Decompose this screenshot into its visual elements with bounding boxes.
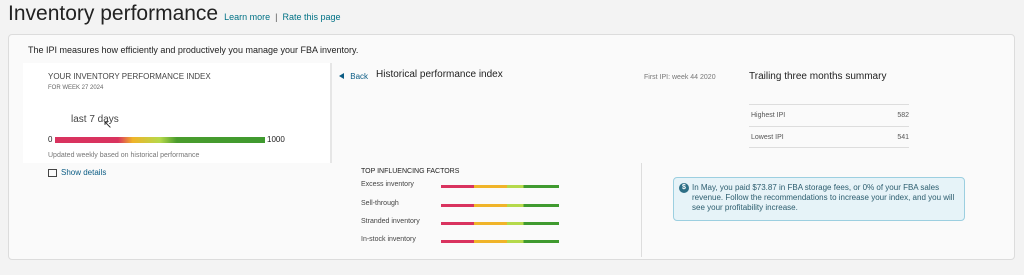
trailing-row-value: 582 [897,112,909,119]
rate-page-link[interactable]: Rate this page [282,12,340,22]
notice-text: In May, you paid $73.87 in FBA storage f… [692,183,955,212]
trailing-row-label: Highest IPI [751,112,786,119]
ipi-scale-min: 0 [48,135,53,144]
ipi-scale-max: 1000 [267,135,285,144]
trailing-row-value: 541 [897,134,909,141]
first-ipi-label: First IPI: week 44 2020 [644,74,716,81]
factor-stranded-inventory: Stranded inventory [361,218,561,230]
factor-excess-inventory: Excess inventory [361,181,561,193]
historical-title: Historical performance index [376,69,503,80]
dollar-icon: $ [679,183,689,193]
factor-bar [441,185,559,188]
ipi-card: The IPI measures how efficiently and pro… [8,34,1015,260]
page-header: Inventory performance Learn more | Rate … [8,2,341,32]
ipi-scale-bar [55,137,265,143]
learn-more-link[interactable]: Learn more [224,12,270,22]
header-separator: | [275,12,278,22]
factor-label: Stranded inventory [361,218,420,225]
factor-in-stock-inventory: In-stock inventory [361,236,561,248]
ipi-panel-title: YOUR INVENTORY PERFORMANCE INDEX [48,72,211,81]
factors-title: TOP INFLUENCING FACTORS [361,168,460,175]
show-details-label: Show details [61,168,107,177]
ipi-score-panel: YOUR INVENTORY PERFORMANCE INDEX FOR WEE… [23,63,332,163]
factor-label: Excess inventory [361,181,414,188]
factor-bar [441,240,559,243]
factor-sell-through: Sell-through [361,200,561,212]
trailing-row-label: Lowest IPI [751,134,784,141]
ipi-update-note: Updated weekly based on historical perfo… [48,152,200,159]
show-details-link[interactable]: Show details [49,168,106,177]
trailing-summary-title: Trailing three months summary [749,71,887,82]
factor-bar [441,222,559,225]
back-label: Back [350,72,369,81]
trailing-row-highest: Highest IPI 582 [749,104,909,126]
factor-label: In-stock inventory [361,236,416,243]
ipi-week-label: FOR WEEK 27 2024 [48,85,104,91]
back-link[interactable]: Back [339,72,368,81]
back-arrow-icon [339,73,344,79]
factor-label: Sell-through [361,200,399,207]
section-divider [641,163,642,257]
ipi-intro-text: The IPI measures how efficiently and pro… [28,45,359,55]
trailing-row-lowest: Lowest IPI 541 [749,126,909,148]
factor-bar [441,204,559,207]
page-title: Inventory performance [8,2,219,25]
storage-fee-notice: $ In May, you paid $73.87 in FBA storage… [673,177,965,221]
mouse-cursor-icon: ↖ [103,119,113,131]
